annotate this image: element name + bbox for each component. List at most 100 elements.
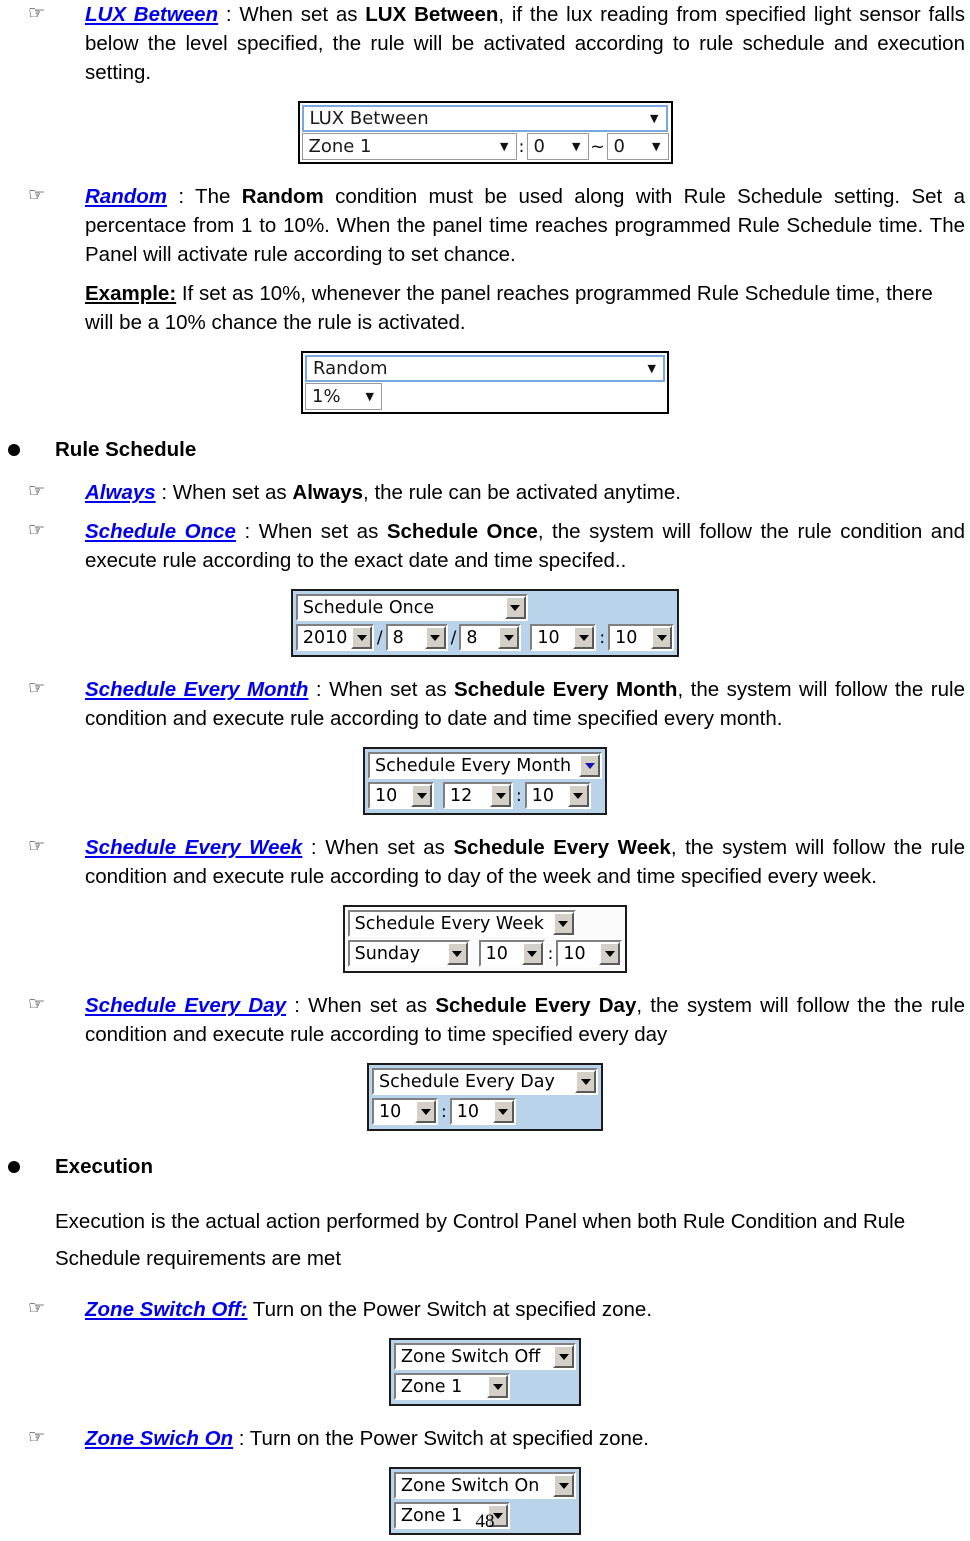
chevron-down-icon[interactable] bbox=[553, 1345, 574, 1368]
date-separator-1: / bbox=[376, 628, 383, 648]
term-lux-between: LUX Between bbox=[85, 3, 219, 26]
term-schedule-every-month: Schedule Every Month bbox=[85, 678, 309, 701]
sem-day-select[interactable]: 10 bbox=[368, 782, 434, 809]
widget-schedule-every-week: Schedule Every Week Sunday 10 : 10 bbox=[0, 905, 970, 973]
widget-random: Random ▼ 1% ▼ bbox=[0, 351, 970, 414]
list-item-schedule-every-week: ☞ Schedule Every Week : When set as Sche… bbox=[0, 833, 970, 891]
zso-type-select[interactable]: Zone Switch Off bbox=[394, 1343, 576, 1370]
body-text-zso: Turn on the Power Switch at specified zo… bbox=[247, 1298, 653, 1321]
chevron-down-icon: ▼ bbox=[500, 140, 509, 153]
sew-weekday-select[interactable]: Sunday bbox=[347, 940, 470, 967]
body-text-lux-between-a: : When set as bbox=[218, 3, 366, 26]
chevron-down-icon[interactable] bbox=[553, 1474, 574, 1497]
term-always: Always bbox=[85, 481, 156, 504]
schedule-once-minute-select[interactable]: 10 bbox=[608, 624, 675, 651]
lux-min-select[interactable]: 0 ▼ bbox=[526, 133, 589, 160]
chevron-down-icon[interactable] bbox=[351, 626, 373, 649]
time-separator: : bbox=[441, 1101, 447, 1122]
body-text-zson: : Turn on the Power Switch at specified … bbox=[233, 1427, 649, 1450]
pointing-hand-icon: ☞ bbox=[28, 480, 46, 502]
chevron-down-icon[interactable] bbox=[651, 626, 673, 649]
chevron-down-icon[interactable] bbox=[521, 942, 543, 965]
example-text: If set as 10%, whenever the panel reache… bbox=[85, 282, 933, 334]
zone-switch-off-panel: Zone Switch Off Zone 1 bbox=[389, 1338, 581, 1406]
sed-hour-value: 10 bbox=[374, 1100, 415, 1123]
sed-minute-select[interactable]: 10 bbox=[449, 1098, 516, 1125]
time-separator: : bbox=[516, 785, 522, 806]
chevron-down-icon[interactable] bbox=[567, 784, 589, 807]
chevron-down-icon[interactable] bbox=[575, 1070, 596, 1093]
sed-hour-select[interactable]: 10 bbox=[372, 1098, 438, 1125]
list-item-random: ☞ Random : The Random condition must be … bbox=[0, 182, 970, 269]
sed-type-select[interactable]: Schedule Every Day bbox=[372, 1068, 598, 1095]
body-text-sem-a: : When set as bbox=[308, 678, 455, 701]
sew-hour-value: 10 bbox=[480, 942, 522, 965]
chevron-down-icon[interactable] bbox=[487, 1375, 508, 1398]
zso-type-select-value: Zone Switch Off bbox=[396, 1345, 553, 1368]
pointing-hand-icon: ☞ bbox=[28, 835, 46, 857]
lux-type-select-value: LUX Between bbox=[309, 108, 429, 129]
sem-minute-select[interactable]: 10 bbox=[524, 782, 591, 809]
chevron-down-icon[interactable] bbox=[498, 626, 520, 649]
schedule-once-type-select[interactable]: Schedule Once bbox=[295, 594, 528, 621]
list-item-schedule-once: ☞ Schedule Once : When set as Schedule O… bbox=[0, 517, 970, 575]
random-percent-select[interactable]: 1% ▼ bbox=[305, 383, 382, 410]
pointing-hand-icon: ☞ bbox=[28, 1297, 46, 1319]
lux-max-select[interactable]: 0 ▼ bbox=[606, 133, 669, 160]
widget-schedule-every-month: Schedule Every Month 10 12 : 10 bbox=[0, 747, 970, 815]
lux-colon-separator: : bbox=[518, 137, 525, 157]
lux-zone-select-value: Zone 1 bbox=[308, 136, 372, 157]
schedule-once-day-value: 8 bbox=[461, 626, 499, 649]
chevron-down-icon[interactable] bbox=[424, 626, 446, 649]
lux-range-separator: ~ bbox=[590, 136, 605, 157]
chevron-down-icon[interactable] bbox=[411, 784, 432, 807]
zso-zone-select[interactable]: Zone 1 bbox=[394, 1373, 510, 1400]
lux-type-select[interactable]: LUX Between ▼ bbox=[301, 105, 668, 132]
chevron-down-icon[interactable] bbox=[552, 912, 574, 935]
chevron-down-icon[interactable] bbox=[504, 596, 526, 619]
sew-minute-select[interactable]: 10 bbox=[556, 940, 623, 967]
widget-schedule-every-day: Schedule Every Day 10 : 10 bbox=[0, 1063, 970, 1131]
lux-zone-select[interactable]: Zone 1 ▼ bbox=[301, 133, 517, 160]
list-item-zone-swich-on: ☞ Zone Swich On : Turn on the Power Swit… bbox=[0, 1424, 970, 1453]
chevron-down-icon[interactable] bbox=[573, 626, 595, 649]
pointing-hand-icon: ☞ bbox=[28, 993, 46, 1015]
widget-zone-switch-off: Zone Switch Off Zone 1 bbox=[0, 1338, 970, 1406]
body-bold-sed: Schedule Every Day bbox=[435, 994, 637, 1017]
schedule-once-month-select[interactable]: 8 bbox=[385, 624, 448, 651]
term-schedule-once: Schedule Once bbox=[85, 520, 236, 543]
chevron-down-icon[interactable] bbox=[599, 942, 621, 965]
sem-type-select[interactable]: Schedule Every Month bbox=[368, 752, 602, 779]
chevron-down-icon: ▼ bbox=[647, 362, 656, 375]
chevron-down-icon[interactable] bbox=[415, 1100, 436, 1123]
chevron-down-icon[interactable] bbox=[492, 1100, 514, 1123]
body-text-always-b: , the rule can be activated anytime. bbox=[363, 481, 681, 504]
pointing-hand-icon: ☞ bbox=[28, 677, 46, 699]
bullet-icon bbox=[8, 1161, 20, 1173]
sem-hour-select[interactable]: 12 bbox=[443, 782, 513, 809]
sew-hour-select[interactable]: 10 bbox=[478, 940, 545, 967]
body-text-always-a: : When set as bbox=[155, 481, 293, 504]
random-type-select[interactable]: Random ▼ bbox=[305, 355, 665, 382]
chevron-down-icon[interactable] bbox=[490, 784, 511, 807]
schedule-once-year-select[interactable]: 2010 bbox=[295, 624, 374, 651]
zson-type-select[interactable]: Zone Switch On bbox=[394, 1472, 576, 1499]
chevron-down-icon[interactable] bbox=[446, 942, 468, 965]
schedule-every-month-panel: Schedule Every Month 10 12 : 10 bbox=[363, 747, 607, 815]
heading-execution-label: Execution bbox=[55, 1155, 153, 1178]
body-bold-lux-between: LUX Between bbox=[365, 3, 499, 26]
body-text-schedule-once-a: : When set as bbox=[235, 520, 387, 543]
pointing-hand-icon: ☞ bbox=[28, 2, 46, 24]
sew-type-select[interactable]: Schedule Every Week bbox=[347, 910, 576, 937]
schedule-once-day-select[interactable]: 8 bbox=[459, 624, 522, 651]
schedule-once-hour-value: 10 bbox=[532, 626, 574, 649]
list-item-zone-switch-off: ☞ Zone Switch Off: Turn on the Power Swi… bbox=[0, 1295, 970, 1324]
body-text-sew-a: : When set as bbox=[302, 836, 454, 859]
chevron-down-icon[interactable] bbox=[579, 754, 600, 777]
body-bold-sem: Schedule Every Month bbox=[454, 678, 678, 701]
term-zone-swich-on: Zone Swich On bbox=[85, 1427, 234, 1450]
schedule-once-hour-select[interactable]: 10 bbox=[530, 624, 597, 651]
schedule-every-day-panel: Schedule Every Day 10 : 10 bbox=[367, 1063, 603, 1131]
chevron-down-icon: ▼ bbox=[652, 140, 661, 153]
schedule-every-week-panel: Schedule Every Week Sunday 10 : 10 bbox=[342, 905, 628, 973]
